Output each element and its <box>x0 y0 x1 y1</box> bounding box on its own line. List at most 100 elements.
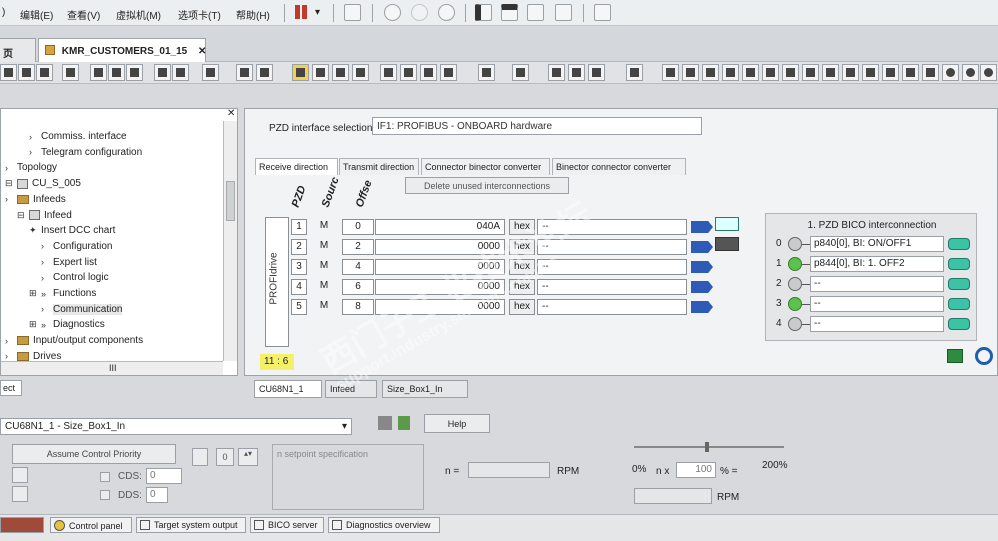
snapshot-restore-icon[interactable] <box>411 4 428 21</box>
tree-item[interactable]: › Topology <box>5 160 57 175</box>
compare-icon[interactable] <box>352 64 369 81</box>
hex-button[interactable]: hex <box>509 299 535 315</box>
checkbox-2[interactable] <box>12 486 28 502</box>
refresh-icon[interactable] <box>975 347 993 365</box>
load-pg-icon[interactable] <box>420 64 437 81</box>
cut-icon[interactable] <box>90 64 107 81</box>
load-cpu-icon[interactable] <box>400 64 417 81</box>
drive-icon-13[interactable] <box>902 64 919 81</box>
help-button[interactable]: Help <box>424 414 490 433</box>
undo-icon[interactable] <box>154 64 171 81</box>
arrow-right-icon[interactable] <box>691 241 713 253</box>
arrow-right-icon[interactable] <box>691 261 713 273</box>
tab-receive-direction[interactable]: Receive direction <box>255 158 338 175</box>
speed-slider-track[interactable] <box>634 446 784 448</box>
list-icon[interactable] <box>626 64 643 81</box>
bico-connect-icon[interactable] <box>948 318 970 330</box>
stepper-value[interactable]: 0 <box>216 448 234 466</box>
stepper-arrows[interactable]: ▴▾ <box>238 448 258 466</box>
drive-icon-11[interactable] <box>862 64 879 81</box>
tree-item[interactable]: ⊟ Infeed <box>17 208 72 223</box>
fullscreen-icon[interactable] <box>527 4 544 21</box>
view-icon[interactable] <box>594 4 611 21</box>
tree-item[interactable]: › Input/output components <box>5 333 143 348</box>
chevron-right-icon[interactable]: › <box>29 132 37 142</box>
arrow-right-icon[interactable] <box>691 301 713 313</box>
checkbox-1[interactable] <box>12 467 28 483</box>
control-priority-icon[interactable] <box>378 416 392 430</box>
expand-icon[interactable]: ⊟ <box>17 210 25 221</box>
tree-item[interactable]: › Commiss. interface <box>29 129 127 144</box>
pzd-interface-select[interactable]: IF1: PROFIBUS - ONBOARD hardware <box>372 117 702 135</box>
pzd-connection[interactable]: -- <box>537 299 687 315</box>
superscript-icon[interactable] <box>256 64 273 81</box>
tree-item[interactable]: ⊟ CU_S_005 <box>5 176 81 191</box>
assume-control-priority-button[interactable]: Assume Control Priority <box>12 444 176 464</box>
paste-icon[interactable] <box>126 64 143 81</box>
drive-icon-4[interactable] <box>722 64 739 81</box>
menu-tabs[interactable]: 选项卡(T) <box>178 7 221 22</box>
menu-view[interactable]: 查看(V) <box>67 7 100 22</box>
chevron-right-icon[interactable]: › <box>41 241 49 251</box>
chevron-right-icon[interactable]: › <box>5 351 13 361</box>
subscript-icon[interactable] <box>236 64 253 81</box>
bico-connect-icon[interactable] <box>948 238 970 250</box>
bico-source[interactable]: -- <box>810 276 944 292</box>
play-icon[interactable] <box>980 64 997 81</box>
cds-select[interactable]: 0 <box>146 468 182 484</box>
chevron-right-icon[interactable]: › <box>5 336 13 346</box>
task-diagnostics-overview[interactable]: Diagnostics overview <box>328 517 440 533</box>
tree-vertical-scrollbar[interactable] <box>223 121 237 361</box>
scroll-thumb[interactable] <box>226 181 235 221</box>
trace-icon[interactable] <box>548 64 565 81</box>
wiring-icon[interactable] <box>380 64 397 81</box>
chevron-right-icon[interactable]: › <box>41 257 49 267</box>
drive-icon-12[interactable] <box>882 64 899 81</box>
drive-icon-6[interactable] <box>762 64 779 81</box>
drive-icon-9[interactable] <box>822 64 839 81</box>
measure-icon[interactable] <box>588 64 605 81</box>
percent-input[interactable]: 100 <box>676 462 716 478</box>
snapshot-manager-icon[interactable] <box>438 4 455 21</box>
tree-item[interactable]: › Control logic <box>41 270 109 285</box>
drive-icon-8[interactable] <box>802 64 819 81</box>
print-icon[interactable] <box>62 64 79 81</box>
ram-rom-icon[interactable] <box>440 64 457 81</box>
chevron-down-icon[interactable]: ▾ <box>315 7 320 18</box>
tab-size-box[interactable]: Size_Box1_In <box>382 380 468 398</box>
bico-source[interactable]: -- <box>810 296 944 312</box>
tab-connector-binector[interactable]: Connector binector converter <box>421 158 550 175</box>
task-target-output[interactable]: Target system output <box>136 517 246 533</box>
stop-button[interactable] <box>192 448 208 466</box>
tree-tab-project[interactable]: ect <box>0 380 22 396</box>
tab-cu68n1[interactable]: CU68N1_1 <box>254 380 322 398</box>
tree-item[interactable]: ⊞ » Diagnostics <box>29 317 105 332</box>
chevron-right-icon[interactable]: › <box>5 194 13 204</box>
dds-select[interactable]: 0 <box>146 487 168 503</box>
snapshot-icon[interactable] <box>384 4 401 21</box>
menu-help[interactable]: 帮助(H) <box>236 7 270 22</box>
save-icon[interactable] <box>36 64 53 81</box>
help-icon[interactable] <box>202 64 219 81</box>
chevron-right-icon[interactable]: › <box>5 163 13 173</box>
tree-item[interactable]: ✦ Insert DCC chart <box>29 223 115 238</box>
task-project[interactable] <box>0 517 44 533</box>
chevron-right-icon[interactable]: › <box>41 304 49 314</box>
drive-icon-14[interactable] <box>922 64 939 81</box>
bico-source[interactable]: p844[0], BI: 1. OFF2 <box>810 256 944 272</box>
arrow-right-icon[interactable] <box>691 281 713 293</box>
tree-item[interactable]: › Expert list <box>41 255 97 270</box>
pzd-connection[interactable]: -- <box>537 279 687 295</box>
device-trace-icon[interactable] <box>568 64 585 81</box>
tab-kmr-customers[interactable]: KMR_CUSTOMERS_01_15 ✕ <box>38 38 206 63</box>
expand-icon[interactable]: ⊞ <box>29 319 37 330</box>
drive-icon-1[interactable] <box>662 64 679 81</box>
tree-item[interactable]: › Infeeds <box>5 192 66 207</box>
upload-icon[interactable] <box>332 64 349 81</box>
calc-icon[interactable] <box>478 64 495 81</box>
arrow-right-icon[interactable] <box>691 221 713 233</box>
chevron-right-icon[interactable]: › <box>29 147 37 157</box>
console-icon[interactable] <box>501 4 518 21</box>
tree-item[interactable]: ⊞ » Functions <box>29 286 96 301</box>
menu-vm[interactable]: 虚拟机(M) <box>116 7 161 22</box>
